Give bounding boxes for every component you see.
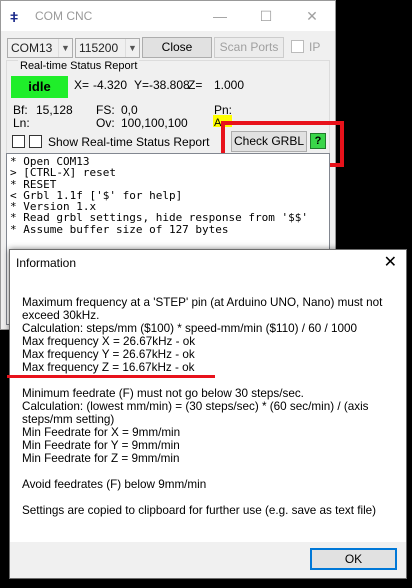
console-line: > [CTRL-X] reset [10,166,116,180]
avoid-paragraph: Avoid feedrates (F) below 9mm/min [22,478,398,491]
dialog-footer: OK [10,542,406,578]
chevron-down-icon: ▼ [125,39,139,57]
title-bar: ǂ COM CNC — ☐ ✕ [1,1,335,31]
ov-label: Ov: [96,116,115,130]
close-port-button[interactable]: Close [142,37,212,58]
scan-ports-button[interactable]: Scan Ports [214,37,284,58]
message-line: Maximum frequency at a 'STEP' pin (at Ar… [22,296,383,322]
app-icon: ǂ [10,9,19,25]
baud-select[interactable]: 115200 ▼ [75,38,140,58]
ip-label: IP [309,40,321,54]
dialog-message: Maximum frequency at a 'STEP' pin (at Ar… [22,296,398,530]
fs-value: 0,0 [121,103,138,117]
check-grbl-button[interactable]: Check GRBL [231,131,307,152]
console-line: * Assume buffer size of 127 bytes [10,222,229,236]
status-group-title: Real-time Status Report [18,60,140,72]
show-report-checkbox[interactable] [29,135,42,148]
z-value: 1.000 [214,78,245,92]
clipboard-paragraph: Settings are copied to clipboard for fur… [22,504,398,517]
information-dialog: Information ✕ Maximum frequency at a 'ST… [9,249,407,579]
port-value: COM13 [11,41,53,55]
x-label: X= [74,78,90,92]
show-report-label: Show Real-time Status Report [48,135,210,149]
message-line: Max frequency Z = 16.67kHz - ok [22,361,195,374]
frequency-paragraph: Maximum frequency at a 'STEP' pin (at Ar… [22,296,398,374]
ip-checkbox[interactable] [291,40,304,53]
message-line: Calculation: steps/mm ($100) * speed-mm/… [22,322,357,335]
port-select[interactable]: COM13 ▼ [7,38,73,58]
ok-button[interactable]: OK [310,548,397,570]
baud-value: 115200 [79,41,119,55]
y-label: Y= [134,78,150,92]
x-value: -4.320 [93,78,128,92]
message-line: Avoid feedrates (F) below 9mm/min [22,478,207,491]
message-line: Min Feedrate for Z = 9mm/min [22,452,180,465]
minimize-button[interactable]: — [197,1,243,31]
ov-value: 100,100,100 [121,116,188,130]
message-line: Calculation: (lowest mm/min) = (30 steps… [22,400,369,426]
message-line: Minimum feedrate (F) must not go below 3… [22,387,304,400]
feedrate-paragraph: Minimum feedrate (F) must not go below 3… [22,387,398,465]
message-line: Min Feedrate for X = 9mm/min [22,426,181,439]
close-window-button[interactable]: ✕ [289,1,335,31]
bf-value: 15,128 [36,103,73,117]
maximize-button[interactable]: ☐ [243,1,289,31]
window-title: COM CNC [35,9,93,23]
close-icon[interactable]: ✕ [384,252,397,272]
message-line: Settings are copied to clipboard for fur… [22,504,377,517]
chevron-down-icon: ▼ [58,39,72,57]
bf-label: Bf: [13,103,28,117]
message-line: Min Feedrate for Y = 9mm/min [22,439,180,452]
y-value: -38.808 [149,78,190,92]
message-line: Max frequency X = 26.67kHz - ok [22,335,196,348]
ln-label: Ln: [13,116,30,130]
dialog-title: Information [16,256,77,270]
z-label: Z= [188,78,203,92]
message-line: Max frequency Y = 26.67kHz - ok [22,348,195,361]
help-button[interactable]: ? [310,133,326,149]
fs-label: FS: [96,103,115,117]
red-underline [7,375,215,378]
checkbox-1[interactable] [12,135,25,148]
state-indicator: idle [11,76,68,98]
